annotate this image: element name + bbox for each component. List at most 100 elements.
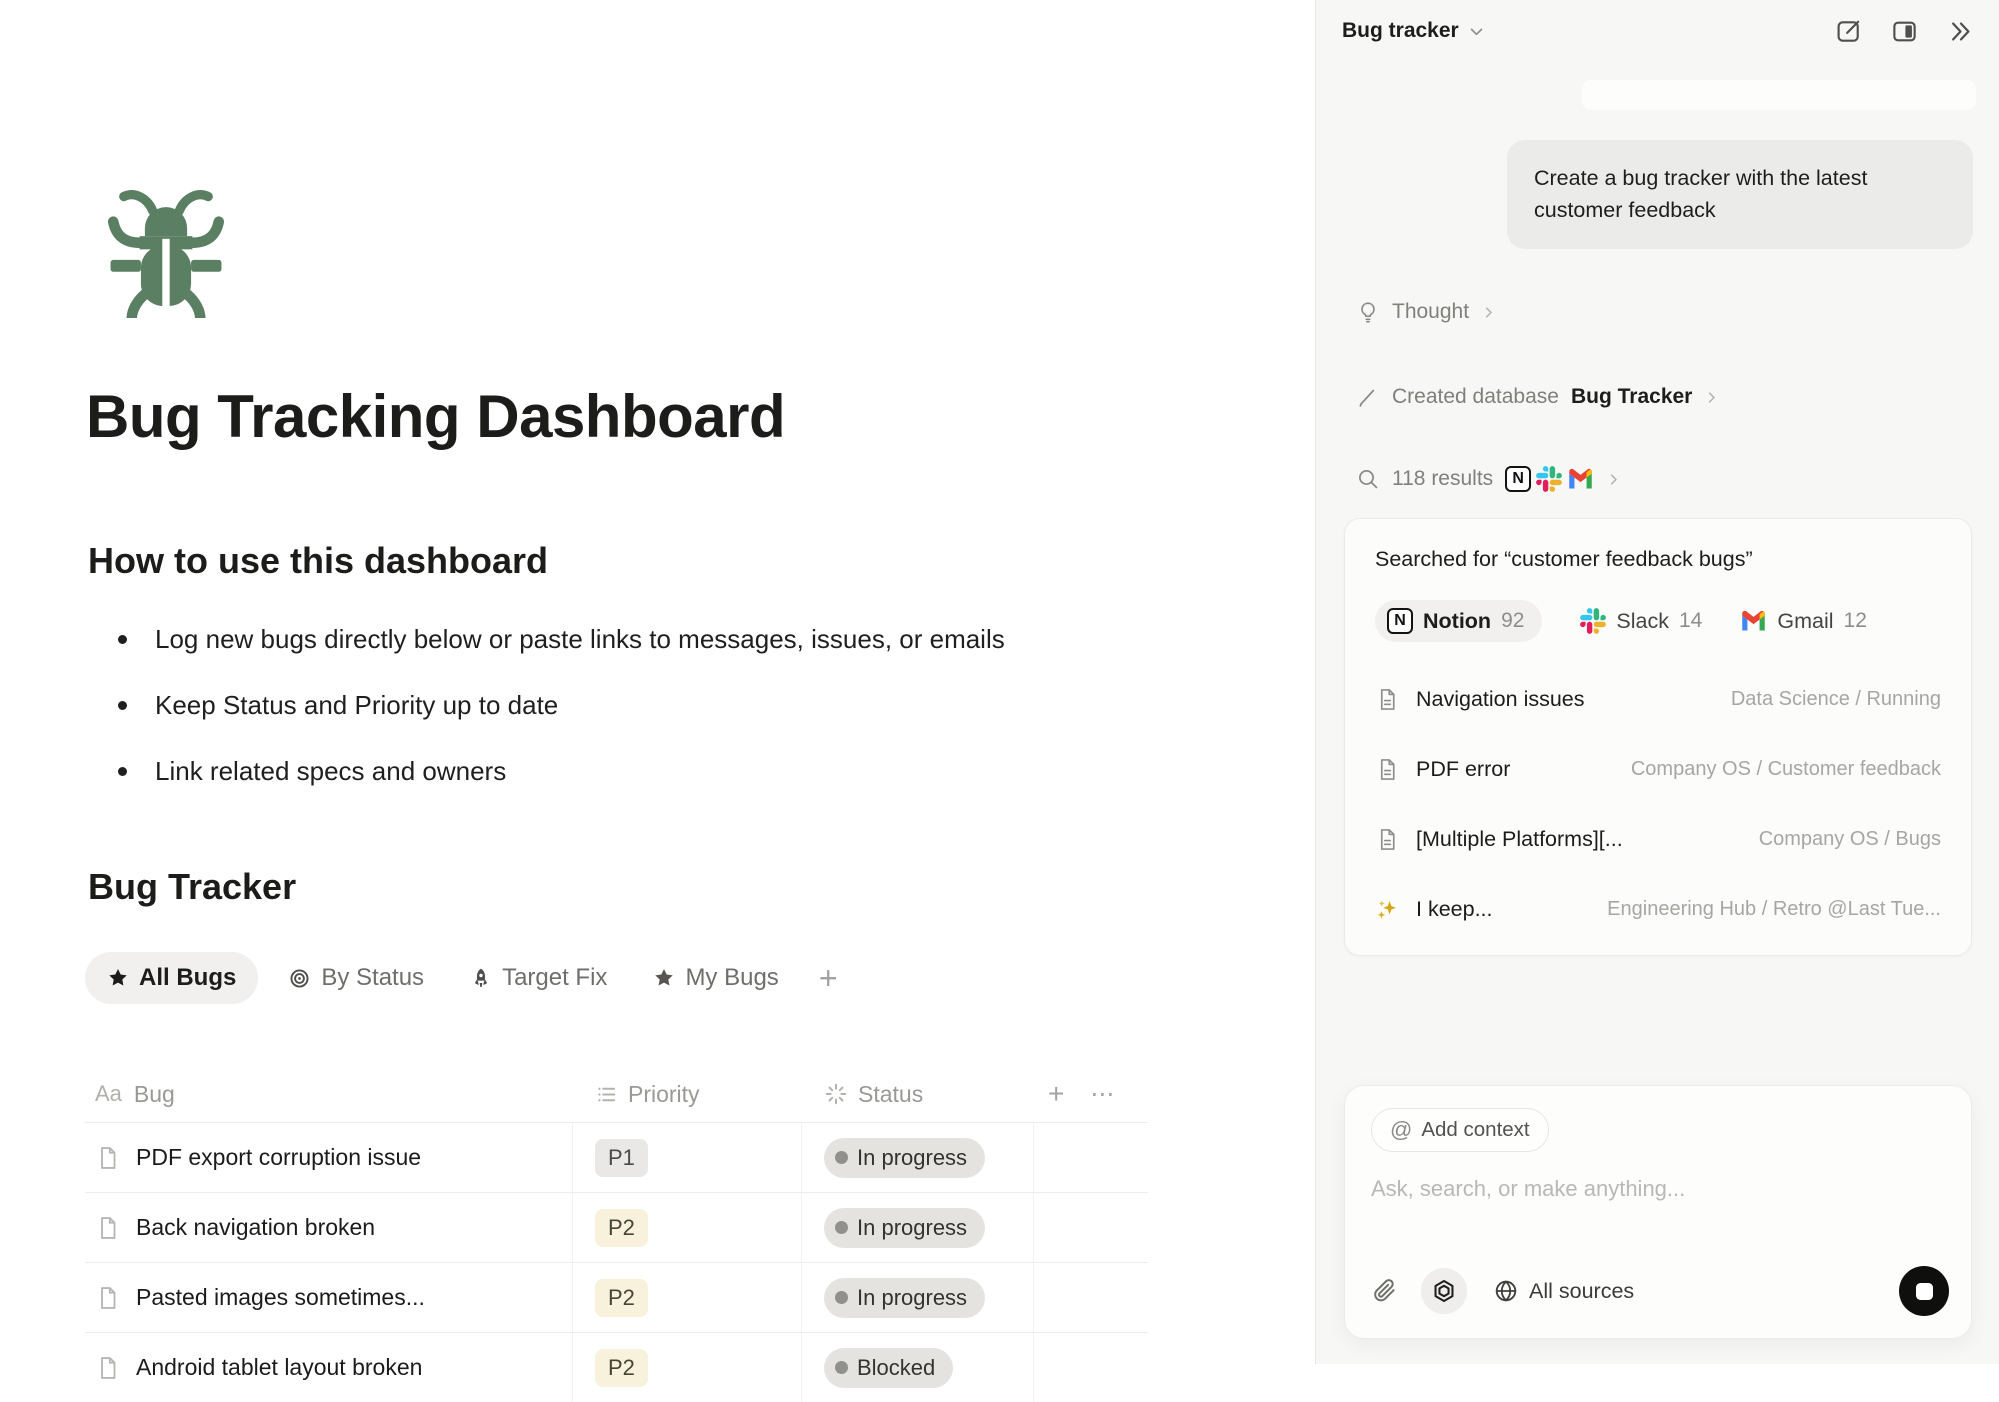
collapse-panel-icon[interactable] bbox=[1945, 16, 1975, 46]
chevron-right-icon bbox=[1606, 472, 1621, 487]
priority-tag[interactable]: P2 bbox=[595, 1279, 648, 1317]
select-list-icon bbox=[595, 1083, 618, 1106]
paperclip-icon bbox=[1371, 1278, 1397, 1304]
search-results-step[interactable]: 118 results N bbox=[1356, 459, 1621, 499]
notion-logo-icon: N bbox=[1505, 466, 1531, 492]
bug-title[interactable]: PDF export corruption issue bbox=[136, 1144, 421, 1171]
chip-notion[interactable]: N Notion 92 bbox=[1375, 600, 1542, 642]
table-row[interactable]: Pasted images sometimes... P2 In progres… bbox=[85, 1262, 1148, 1332]
page-icon bbox=[95, 1215, 121, 1241]
bug-title[interactable]: Pasted images sometimes... bbox=[136, 1284, 425, 1311]
slack-logo-icon bbox=[1580, 608, 1606, 634]
bug-dashboard-page: Bug Tracking Dashboard How to use this d… bbox=[0, 0, 1315, 1364]
attachment-button[interactable] bbox=[1371, 1278, 1397, 1304]
pencil-icon bbox=[1356, 385, 1380, 409]
gmail-logo-icon bbox=[1567, 466, 1594, 493]
tab-by-status[interactable]: By Status bbox=[272, 952, 440, 1004]
bullet-dot bbox=[118, 767, 127, 776]
chip-gmail[interactable]: Gmail 12 bbox=[1740, 608, 1867, 635]
column-header-bug[interactable]: Aa Bug bbox=[85, 1081, 573, 1108]
search-results-card: Searched for “customer feedback bugs” N … bbox=[1344, 518, 1972, 956]
status-burst-icon bbox=[824, 1082, 848, 1106]
thread-title[interactable]: Bug tracker bbox=[1342, 19, 1459, 43]
new-chat-icon[interactable] bbox=[1833, 16, 1863, 46]
rocket-icon bbox=[470, 966, 492, 990]
table-row[interactable]: PDF export corruption issue P1 In progre… bbox=[85, 1122, 1148, 1192]
tab-my-bugs[interactable]: My Bugs bbox=[637, 952, 794, 1004]
add-column-button[interactable]: + bbox=[1048, 1078, 1064, 1110]
model-selector-button[interactable] bbox=[1421, 1268, 1467, 1314]
chip-slack[interactable]: Slack 14 bbox=[1580, 608, 1702, 634]
priority-tag[interactable]: P1 bbox=[595, 1139, 648, 1177]
status-dot bbox=[835, 1361, 848, 1374]
all-sources-button[interactable]: All sources bbox=[1493, 1278, 1634, 1304]
status-tag[interactable]: Blocked bbox=[824, 1348, 953, 1388]
search-icon bbox=[1356, 467, 1380, 491]
bullet-item: Keep Status and Priority up to date bbox=[88, 672, 1268, 738]
stop-generating-button[interactable] bbox=[1899, 1266, 1949, 1316]
table-row[interactable]: Back navigation broken P2 In progress bbox=[85, 1192, 1148, 1262]
search-result-row[interactable]: I keep... Engineering Hub / Retro @Last … bbox=[1375, 874, 1941, 944]
page-icon bbox=[95, 1145, 121, 1171]
sparkles-icon bbox=[1375, 897, 1400, 922]
tab-all-bugs[interactable]: All Bugs bbox=[85, 952, 258, 1004]
gmail-logo-icon bbox=[1740, 608, 1767, 635]
openai-logo-icon bbox=[1431, 1278, 1457, 1304]
stop-icon bbox=[1916, 1283, 1933, 1300]
thought-step[interactable]: Thought bbox=[1356, 292, 1496, 332]
table-header-actions: + ⋯ bbox=[1034, 1078, 1148, 1110]
search-card-title: Searched for “customer feedback bugs” bbox=[1375, 547, 1941, 572]
table-more-button[interactable]: ⋯ bbox=[1090, 1080, 1116, 1109]
document-icon bbox=[1375, 757, 1400, 782]
search-result-row[interactable]: Navigation issues Data Science / Running bbox=[1375, 664, 1941, 734]
search-result-row[interactable]: [Multiple Platforms][... Company OS / Bu… bbox=[1375, 804, 1941, 874]
toggle-sidebar-icon[interactable] bbox=[1889, 16, 1919, 46]
add-context-button[interactable]: @ Add context bbox=[1371, 1108, 1549, 1152]
chevron-right-icon bbox=[1704, 390, 1719, 405]
composer-toolbar: All sources bbox=[1371, 1266, 1949, 1316]
table-row-clipped[interactable]: Android tablet layout broken P2 Blocked bbox=[85, 1332, 1148, 1402]
bullet-item: Log new bugs directly below or paste lin… bbox=[88, 606, 1268, 672]
view-tabs: All Bugs By Status Target Fix My Bugs + bbox=[85, 952, 848, 1004]
target-icon bbox=[288, 967, 311, 990]
howto-heading: How to use this dashboard bbox=[88, 540, 548, 582]
panel-header: Bug tracker bbox=[1316, 0, 1999, 62]
priority-tag[interactable]: P2 bbox=[595, 1209, 648, 1247]
created-database-name: Bug Tracker bbox=[1571, 385, 1692, 409]
search-result-list: Navigation issues Data Science / Running… bbox=[1375, 664, 1941, 944]
source-filter-chips: N Notion 92 Slack 14 Gmail 12 bbox=[1375, 600, 1941, 642]
status-dot bbox=[835, 1291, 848, 1304]
priority-tag[interactable]: P2 bbox=[595, 1349, 648, 1387]
ai-assistant-panel: Bug tracker Create a bug tracker with th… bbox=[1315, 0, 1999, 1364]
bullet-item: Link related specs and owners bbox=[88, 738, 1268, 804]
howto-bullets: Log new bugs directly below or paste lin… bbox=[88, 606, 1268, 804]
status-tag[interactable]: In progress bbox=[824, 1208, 985, 1248]
tracker-heading: Bug Tracker bbox=[88, 866, 296, 908]
chat-composer[interactable]: @ Add context Ask, search, or make anyth… bbox=[1344, 1085, 1972, 1339]
bug-title[interactable]: Back navigation broken bbox=[136, 1214, 375, 1241]
bug-table: Aa Bug Priority Status + ⋯ PDF export co… bbox=[85, 1066, 1148, 1402]
slack-logo-icon bbox=[1536, 466, 1562, 492]
loading-skeleton bbox=[1582, 80, 1976, 110]
at-icon: @ bbox=[1390, 1117, 1412, 1143]
status-tag[interactable]: In progress bbox=[824, 1278, 985, 1318]
tab-target-fix[interactable]: Target Fix bbox=[454, 952, 623, 1004]
page-icon bbox=[95, 1285, 121, 1311]
chevron-down-icon[interactable] bbox=[1468, 23, 1485, 40]
column-header-priority[interactable]: Priority bbox=[573, 1081, 802, 1108]
chat-input[interactable]: Ask, search, or make anything... bbox=[1371, 1176, 1945, 1202]
bullet-dot bbox=[118, 635, 127, 644]
add-view-button[interactable]: + bbox=[809, 952, 848, 1004]
document-icon bbox=[1375, 827, 1400, 852]
status-tag[interactable]: In progress bbox=[824, 1138, 985, 1178]
source-logos: N bbox=[1505, 466, 1594, 493]
bug-title[interactable]: Android tablet layout broken bbox=[136, 1354, 422, 1381]
page-title: Bug Tracking Dashboard bbox=[86, 382, 785, 451]
created-database-step[interactable]: Created database Bug Tracker bbox=[1356, 377, 1719, 417]
status-dot bbox=[835, 1151, 848, 1164]
search-result-row[interactable]: PDF error Company OS / Customer feedback bbox=[1375, 734, 1941, 804]
column-header-status[interactable]: Status bbox=[802, 1081, 1034, 1108]
table-header: Aa Bug Priority Status + ⋯ bbox=[85, 1066, 1148, 1122]
document-icon bbox=[1375, 687, 1400, 712]
star-icon bbox=[107, 967, 129, 989]
